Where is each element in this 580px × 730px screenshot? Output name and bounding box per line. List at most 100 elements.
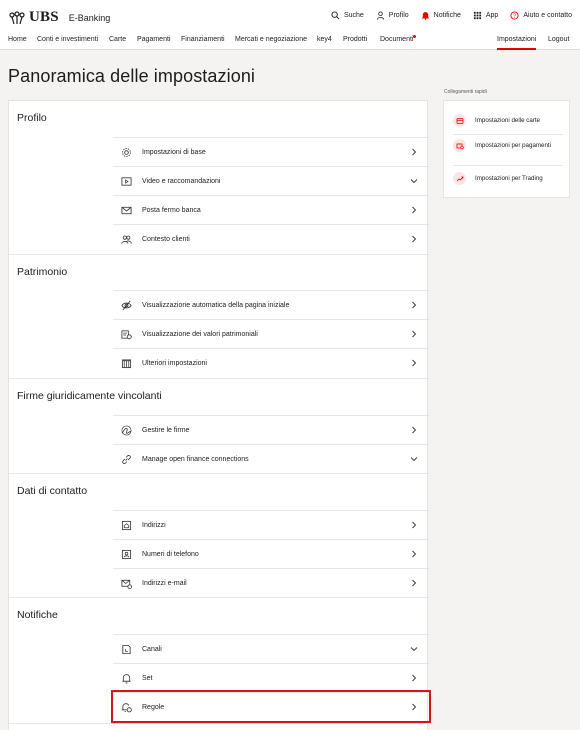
address-icon [120, 519, 132, 531]
card-icon [453, 114, 466, 127]
chevron-right-icon [412, 521, 417, 529]
settings-icon [120, 146, 132, 158]
row-auto-homepage[interactable]: Visualizzazione automatica della pagina … [113, 290, 429, 319]
help-icon: ? [510, 11, 519, 20]
bell-icon [421, 12, 429, 20]
row-channels[interactable]: Canali [113, 634, 429, 663]
chevron-right-icon [412, 550, 417, 558]
main-nav: Home Conti e investimenti Carte Pagament… [0, 32, 580, 50]
person-icon [376, 11, 384, 20]
quick-links-title: Collegamenti rapidi [444, 89, 487, 95]
row-label: Canali [142, 645, 162, 653]
svg-text:?: ? [513, 13, 516, 19]
phone-contact-icon [120, 548, 132, 560]
nav-products[interactable]: Prodotti [343, 36, 367, 43]
row-basic-settings[interactable]: Impostazioni di base [113, 137, 429, 166]
chevron-right-icon [412, 206, 417, 214]
row-label: Visualizzazione dei valori patrimoniali [142, 330, 258, 338]
chevron-right-icon [412, 330, 417, 338]
brand[interactable]: UBS E-Banking [8, 9, 110, 26]
trend-icon [453, 172, 466, 185]
search-label: Suche [343, 12, 364, 19]
channel-icon [120, 643, 132, 655]
quick-links-panel: Impostazioni delle carte Impostazioni pe… [443, 100, 570, 198]
section-title: Notifiche [17, 609, 58, 621]
chevron-right-icon [412, 301, 417, 309]
row-label: Regole [142, 703, 165, 711]
row-label: Indirizzi e-mail [142, 579, 187, 587]
profile-label: Profilo [388, 12, 409, 19]
quick-link-trading-settings[interactable]: Impostazioni per Trading [453, 172, 563, 185]
app-name: E-Banking [68, 12, 111, 23]
row-label: Impostazioni di base [142, 148, 206, 156]
section-title: Patrimonio [17, 266, 68, 278]
chevron-down-icon [410, 457, 418, 462]
row-label: Manage open finance connections [142, 455, 249, 463]
quick-link-card-settings[interactable]: Impostazioni delle carte [453, 114, 563, 127]
app-link[interactable]: App [473, 11, 498, 20]
mail-icon [120, 204, 132, 216]
row-video-recommendations[interactable]: Video e raccomandazioni [113, 166, 429, 195]
chevron-down-icon [410, 179, 418, 184]
chevron-right-icon [412, 359, 417, 367]
section-profile: Profilo Impostazioni di base Video e rac… [9, 101, 429, 255]
people-icon [120, 233, 132, 245]
row-further-settings[interactable]: Ulteriori impostazioni [113, 348, 429, 377]
row-open-finance[interactable]: Manage open finance connections [113, 444, 429, 473]
row-label: Ulteriori impostazioni [142, 359, 207, 367]
nav-settings[interactable]: Impostazioni [497, 36, 537, 50]
app-label: App [485, 12, 499, 19]
chevron-right-icon [412, 426, 417, 434]
row-client-context[interactable]: Contesto clienti [113, 224, 429, 253]
documents-notification-dot [413, 35, 416, 38]
search-icon [331, 11, 340, 20]
help-label: Aiuto e contatto [523, 12, 572, 19]
chevron-right-icon [412, 235, 417, 243]
nav-accounts[interactable]: Conti e investimenti [37, 36, 98, 43]
quick-link-payment-settings[interactable]: Impostazioni per pagamenti [453, 139, 563, 152]
row-label: Indirizzi [142, 521, 166, 529]
notifications-link[interactable]: Notifiche [421, 11, 461, 20]
top-links: Suche Profilo Notifiche App ? Aiuto e co… [331, 11, 572, 20]
chevron-down-icon [410, 647, 418, 652]
page-title: Panoramica delle impostazioni [8, 66, 256, 86]
divider [453, 165, 563, 166]
row-rules[interactable]: Regole [111, 690, 431, 723]
section-contact-data: Dati di contatto Indirizzi Numeri di tel… [9, 474, 429, 598]
chevron-right-icon [412, 674, 417, 682]
section-notifications: Notifiche Canali Set Regole [9, 598, 431, 724]
row-manage-signatures[interactable]: Gestire le firme [113, 415, 429, 444]
help-link[interactable]: ? Aiuto e contatto [510, 11, 572, 20]
link-icon [120, 453, 132, 465]
row-phone-numbers[interactable]: Numeri di telefono [113, 539, 429, 568]
section-title: Firme giuridicamente vincolanti [17, 390, 162, 402]
building-icon [120, 357, 132, 369]
row-label: Gestire le firme [142, 426, 190, 434]
section-signatures: Firme giuridicamente vincolanti Gestire … [9, 379, 429, 474]
quick-link-label: Impostazioni per pagamenti [475, 142, 552, 149]
ubs-keys-logo-icon [8, 10, 26, 25]
quick-link-label: Impostazioni delle carte [475, 117, 541, 124]
nav-key4[interactable]: key4 [317, 36, 332, 43]
nav-logout[interactable]: Logout [548, 36, 569, 43]
quick-link-label: Impostazioni per Trading [475, 175, 543, 182]
email-settings-icon [120, 577, 132, 589]
nav-financing[interactable]: Finanziamenti [181, 36, 225, 43]
settings-panel: Profilo Impostazioni di base Video e rac… [8, 100, 431, 730]
nav-markets[interactable]: Mercati e negoziazione [235, 36, 307, 43]
row-wealth-display[interactable]: Visualizzazione dei valori patrimoniali [113, 319, 429, 348]
row-bank-mail[interactable]: Posta fermo banca [113, 195, 429, 224]
ubs-logo-text: UBS [29, 9, 59, 25]
search-link[interactable]: Suche [331, 11, 364, 20]
row-email-addresses[interactable]: Indirizzi e-mail [113, 568, 429, 597]
video-icon [120, 175, 132, 187]
row-addresses[interactable]: Indirizzi [113, 510, 429, 539]
nav-cards[interactable]: Carte [109, 36, 126, 43]
nav-payments[interactable]: Pagamenti [137, 36, 170, 43]
row-set[interactable]: Set [113, 663, 429, 692]
nav-home[interactable]: Home [8, 36, 27, 43]
section-title: Profilo [17, 112, 47, 124]
row-label: Visualizzazione automatica della pagina … [142, 301, 290, 309]
profile-link[interactable]: Profilo [376, 11, 409, 20]
nav-documents[interactable]: Documenti [380, 36, 413, 43]
